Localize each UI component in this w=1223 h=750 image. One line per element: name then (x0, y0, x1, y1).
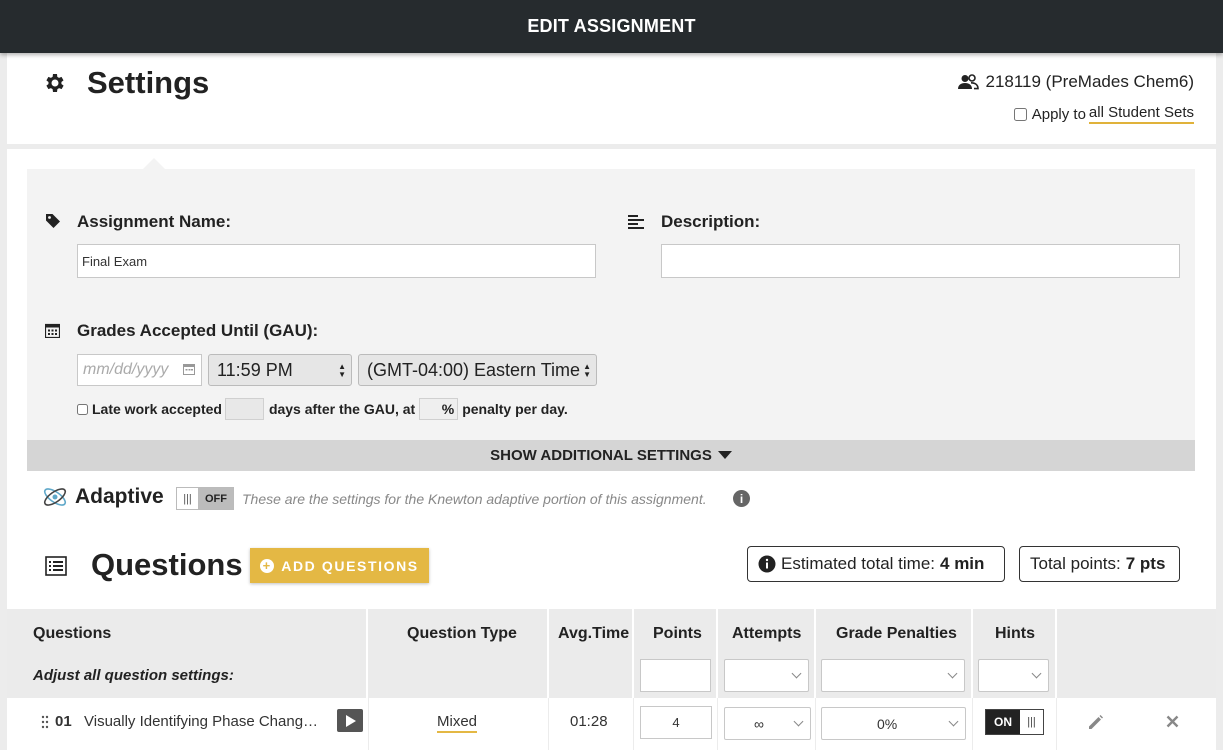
adjust-penalties-select[interactable] (821, 659, 965, 692)
info-circle-icon (758, 555, 776, 573)
col-points: Points (653, 625, 702, 642)
show-additional-settings-button[interactable]: SHOW ADDITIONAL SETTINGS (27, 440, 1195, 471)
show-additional-settings-label: SHOW ADDITIONAL SETTINGS (490, 447, 712, 464)
apply-prefix: Apply to (1031, 105, 1086, 123)
form-panel: Assignment Name: Final Exam Description:… (27, 169, 1195, 440)
close-icon[interactable] (1166, 715, 1179, 728)
settings-title: Settings (87, 65, 210, 100)
hints-toggle[interactable]: ON ||| (985, 709, 1044, 735)
timezone-select[interactable]: (GMT-04:00) Eastern Time ▲ ▼ (358, 354, 597, 386)
questions-table-header: Questions Question Type Avg.Time Points … (7, 609, 1216, 698)
preview-play-button[interactable] (337, 709, 363, 732)
select-arrows-icon: ▲ ▼ (583, 362, 591, 379)
hints-toggle-grip: ||| (1020, 710, 1043, 734)
col-hints: Hints (995, 625, 1035, 642)
total-points-label: Total points: (1030, 554, 1121, 573)
estimated-time-label: Estimated total time: (781, 554, 936, 573)
drag-handle-icon[interactable] (41, 715, 49, 729)
adjust-hints-select[interactable] (978, 659, 1049, 692)
percent-sign: % (441, 401, 455, 417)
chevron-down-icon (948, 716, 959, 727)
page-header-title: EDIT ASSIGNMENT (527, 16, 696, 36)
late-work-checkbox[interactable] (77, 403, 88, 415)
avg-time-value: 01:28 (570, 713, 608, 730)
points-input[interactable]: 4 (640, 706, 712, 739)
toggle-state: OFF (199, 488, 233, 509)
attempts-value: ∞ (754, 716, 764, 732)
knewton-atom-icon (43, 488, 67, 506)
settings-header: Settings 218119 (PreMades Chem6) Apply t… (7, 53, 1216, 144)
late-days-input[interactable] (224, 398, 264, 420)
adjust-attempts-select[interactable] (724, 659, 809, 692)
add-questions-button[interactable]: + ADD QUESTIONS (250, 548, 429, 583)
penalty-value: 0% (877, 716, 898, 732)
assignment-name-input[interactable]: Final Exam (77, 244, 596, 278)
users-icon (958, 74, 980, 90)
adaptive-toggle[interactable]: ||| OFF (176, 487, 234, 510)
late-penalty-input[interactable]: % (419, 398, 459, 420)
align-left-icon (628, 215, 644, 229)
chevron-down-icon (947, 668, 958, 679)
top-bar: EDIT ASSIGNMENT (0, 0, 1223, 53)
total-points-box: Total points: 7 pts (1019, 546, 1180, 582)
assignment-form-card: Assignment Name: Final Exam Description:… (7, 149, 1216, 609)
student-set: 218119 (PreMades Chem6) (957, 72, 1194, 92)
hints-toggle-state: ON (986, 710, 1020, 734)
adjust-all-label: Adjust all question settings: (33, 667, 234, 684)
late-mid-text: days after the GAU, at (268, 401, 416, 417)
estimated-time-box: Estimated total time: 4 min (747, 546, 1005, 582)
adaptive-description: These are the settings for the Knewton a… (242, 491, 707, 507)
questions-title: Questions (91, 547, 243, 582)
question-title[interactable]: Visually Identifying Phase Chang… (84, 713, 318, 730)
calendar-small-icon (183, 364, 195, 375)
caret-down-icon (717, 450, 732, 459)
info-icon[interactable]: i (733, 490, 750, 507)
all-student-sets-link[interactable]: all Student Sets (1088, 104, 1194, 124)
adaptive-title: Adaptive (75, 485, 164, 508)
estimated-time-value: 4 min (940, 554, 985, 573)
col-attempts: Attempts (732, 625, 802, 642)
description-label: Description: (661, 212, 761, 231)
late-end-text: penalty per day. (462, 401, 568, 417)
toggle-grip: ||| (177, 488, 199, 509)
col-avg-time: Avg.Time (558, 625, 630, 642)
gear-icon (46, 74, 64, 92)
apply-all-checkbox[interactable] (1013, 107, 1027, 121)
penalty-select[interactable]: 0% (821, 707, 966, 740)
calendar-icon (45, 323, 60, 338)
gau-date-input[interactable]: mm/dd/yyyy (77, 354, 202, 386)
date-placeholder: mm/dd/yyyy (83, 361, 169, 378)
table-row: 01 Visually Identifying Phase Chang… Mix… (7, 698, 1216, 750)
assignment-name-label: Assignment Name: (77, 212, 231, 231)
tag-icon (46, 214, 60, 228)
attempts-select[interactable]: ∞ (724, 707, 811, 740)
late-work-label: Late work accepted (92, 401, 222, 417)
gau-label: Grades Accepted Until (GAU): (77, 321, 319, 340)
list-icon (45, 556, 67, 576)
plus-circle-icon: + (260, 558, 275, 573)
student-set-label: 218119 (PreMades Chem6) (985, 72, 1194, 91)
description-input[interactable] (661, 244, 1180, 278)
col-questions: Questions (33, 625, 112, 642)
apply-all-sets: Apply to all Student Sets (1013, 104, 1194, 124)
chevron-down-icon (793, 716, 804, 727)
panel-notch (143, 158, 165, 169)
question-type-link[interactable]: Mixed (437, 713, 478, 733)
gau-time-select[interactable]: 11:59 PM ▲ ▼ (208, 354, 352, 386)
adjust-points-input[interactable] (640, 659, 711, 692)
pencil-icon[interactable] (1087, 714, 1104, 731)
chevron-down-icon (1031, 668, 1042, 679)
select-arrows-icon: ▲ ▼ (338, 362, 346, 379)
question-number: 01 (55, 713, 72, 730)
total-points-value: 7 pts (1125, 554, 1166, 573)
chevron-down-icon (791, 668, 802, 679)
time-value: 11:59 PM (217, 359, 293, 380)
col-grade-penalties: Grade Penalties (836, 625, 957, 642)
col-question-type: Question Type (407, 625, 517, 642)
timezone-value: (GMT-04:00) Eastern Time (367, 359, 581, 380)
late-work-row: Late work accepted days after the GAU, a… (77, 398, 568, 420)
add-questions-label: ADD QUESTIONS (281, 557, 419, 574)
